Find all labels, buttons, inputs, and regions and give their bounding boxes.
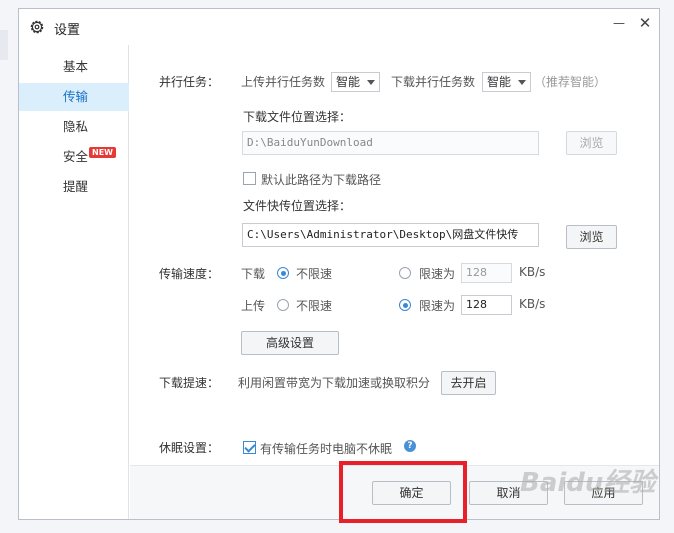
dialog-title: 设置 [54,23,81,38]
upload-parallel-label: 上传并行任务数 [241,75,326,89]
transfer-speed-label: 传输速度： [159,267,220,281]
upload-limit-radio[interactable] [399,299,411,311]
upload-limit-label: 限速为 [419,299,456,313]
no-sleep-checkbox[interactable] [243,441,256,454]
upload-speed-label: 上传 [241,299,266,313]
sleep-settings-label: 休眠设置： [159,441,220,455]
download-limit-label: 限速为 [419,267,456,281]
download-path-input[interactable]: D:\BaiduYunDownload [242,131,539,155]
chevron-down-icon [367,80,375,85]
parallel-tasks-label: 并行任务： [159,75,220,89]
watermark: Baidu经验 [520,468,656,498]
download-parallel-label: 下载并行任务数 [391,75,476,89]
download-limit-input[interactable]: 128 [461,263,512,283]
download-location-label: 下载文件位置选择： [243,110,352,124]
parallel-hint: （推荐智能） [534,75,607,89]
upload-limit-input[interactable]: 128 [461,295,512,315]
download-unlimited-radio[interactable] [277,267,289,279]
highlight-box [339,461,467,523]
download-unit-label: KB/s [519,265,546,279]
download-unlimited-label: 不限速 [296,267,333,281]
upload-parallel-select[interactable]: 智能 [331,72,380,92]
transfer-settings-panel: 并行任务： 上传并行任务数 智能 下载并行任务数 智能 （推荐智能） 下载文件位… [130,45,659,465]
download-parallel-value: 智能 [487,75,512,89]
accelerate-description: 利用闲置带宽为下载加速或换取积分 [238,376,431,390]
default-path-checkbox[interactable] [243,172,256,185]
title-bar: 设置 — ✕ [19,9,659,45]
sidebar-item-privacy[interactable]: 隐私 [19,113,129,141]
sidebar-item-basic[interactable]: 基本 [19,53,129,81]
download-speed-label: 下载 [241,267,266,281]
upload-unit-label: KB/s [519,297,546,311]
advanced-settings-button[interactable]: 高级设置 [241,331,339,355]
minimize-button[interactable]: — [609,13,629,33]
quick-upload-label: 文件快传位置选择： [243,199,352,213]
download-accelerate-label: 下载提速： [159,376,220,390]
settings-sidebar: 基本 传输 隐私 安全 NEW 提醒 [19,45,129,519]
quick-upload-path-input[interactable]: C:\Users\Administrator\Desktop\网盘文件快传 [242,223,539,247]
download-limit-radio[interactable] [399,267,411,279]
help-icon[interactable]: ? [404,440,416,452]
default-path-label: 默认此路径为下载路径 [261,173,382,187]
accelerate-enable-button[interactable]: 去开启 [441,371,496,395]
close-button[interactable]: ✕ [635,13,655,33]
chevron-down-icon [518,80,526,85]
download-browse-button[interactable]: 浏览 [566,131,617,155]
new-badge: NEW [89,147,116,158]
sidebar-item-transfer[interactable]: 传输 [19,83,129,111]
upload-unlimited-label: 不限速 [296,299,333,313]
no-sleep-label: 有传输任务时电脑不休眠 [260,442,393,456]
gear-icon [30,20,44,34]
download-parallel-select[interactable]: 智能 [482,72,531,92]
quick-upload-browse-button[interactable]: 浏览 [566,225,617,249]
settings-dialog: 设置 — ✕ 基本 传输 隐私 安全 NEW 提醒 并行任务： 上传并行任务数 … [18,8,660,520]
background-app-edge [0,30,8,60]
upload-parallel-value: 智能 [336,75,361,89]
sidebar-item-reminder[interactable]: 提醒 [19,173,129,201]
upload-unlimited-radio[interactable] [277,299,289,311]
